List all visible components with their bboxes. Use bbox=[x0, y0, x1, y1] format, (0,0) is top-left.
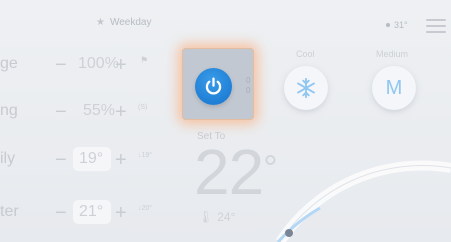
star-icon: ★ bbox=[96, 17, 105, 28]
schedule-mode-label: Weekday bbox=[109, 17, 152, 28]
decrease-button[interactable]: − bbox=[55, 54, 67, 77]
list-item-value: 55% bbox=[83, 102, 116, 119]
list-item-meta: (S) bbox=[138, 104, 148, 111]
increase-button[interactable]: + bbox=[115, 54, 127, 77]
increase-button[interactable]: + bbox=[115, 101, 127, 124]
list-item-value: 21° bbox=[79, 203, 104, 220]
schedule-mode[interactable]: ★ Weekday bbox=[96, 17, 151, 28]
thermostat-screen: ★ Weekday 31° ge − 100% + ⚑ ng − 55% + (… bbox=[0, 0, 451, 242]
current-temperature-value: 24° bbox=[217, 210, 236, 224]
power-icon bbox=[205, 77, 222, 95]
list-item-label: ng bbox=[0, 102, 18, 119]
current-temperature: 🌡 24° bbox=[198, 210, 235, 224]
cool-mode-button[interactable] bbox=[284, 66, 328, 110]
list-item-label: ge bbox=[0, 55, 18, 72]
power-tile: 0 0 bbox=[182, 48, 254, 120]
list-item-value: 100% bbox=[78, 55, 119, 72]
list-item-label: ily bbox=[0, 150, 16, 167]
outdoor-temperature: 31° bbox=[386, 20, 408, 30]
decrease-button[interactable]: − bbox=[55, 101, 67, 124]
decrease-button[interactable]: − bbox=[55, 149, 67, 172]
snowflake-icon bbox=[297, 77, 315, 99]
cool-mode-label: Cool bbox=[296, 49, 315, 59]
top-bar: ★ Weekday 31° bbox=[0, 0, 451, 40]
decrease-button[interactable]: − bbox=[55, 202, 67, 225]
flag-icon: ⚑ bbox=[140, 55, 149, 65]
power-button[interactable] bbox=[195, 68, 232, 105]
fan-speed-button[interactable]: M bbox=[372, 66, 416, 110]
set-temperature-value: 22 bbox=[194, 136, 264, 208]
fan-speed-letter: M bbox=[385, 76, 403, 99]
increase-button[interactable]: + bbox=[115, 202, 127, 225]
list-item-meta: ↓20° bbox=[138, 205, 153, 212]
list-item-value: 19° bbox=[79, 150, 104, 167]
list-item-meta: ↓19° bbox=[138, 152, 153, 159]
weather-dot-icon bbox=[386, 23, 390, 27]
fan-speed-label: Medium bbox=[376, 49, 409, 59]
temperature-dial[interactable] bbox=[260, 160, 451, 242]
dial-handle[interactable] bbox=[285, 229, 293, 237]
increase-button[interactable]: + bbox=[115, 149, 127, 172]
thermometer-icon: 🌡 bbox=[198, 210, 214, 224]
menu-icon[interactable] bbox=[426, 19, 446, 33]
list-item-label: ter bbox=[0, 203, 19, 220]
power-meta: 0 0 bbox=[246, 76, 251, 95]
outdoor-temperature-value: 31° bbox=[394, 20, 408, 30]
